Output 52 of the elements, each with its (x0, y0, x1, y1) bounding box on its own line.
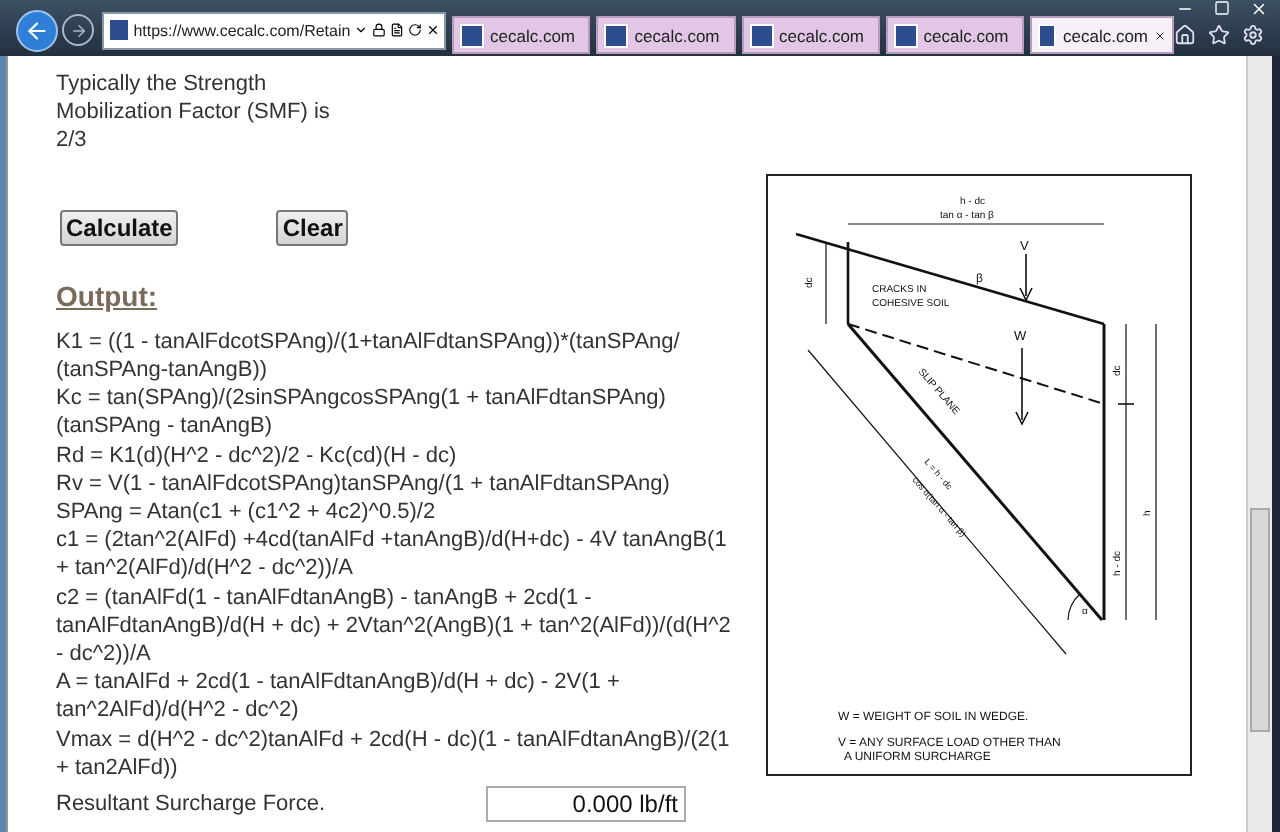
refresh-icon[interactable] (408, 22, 423, 38)
formula-text: c2 = (tanAlFd(1 - tanAlFdtanAngB) - tanAngB + 2cd(1 - (56, 583, 594, 612)
browser-tab[interactable]: cecalc.com (885, 16, 1024, 54)
formula-text: tan^2AlFd)/d(H^2 - dc^2) (56, 696, 301, 726)
formula-text: + tan2AlFd)) (56, 753, 180, 783)
note-text: Typically the Strength (56, 70, 269, 99)
site-icon (893, 23, 918, 47)
browser-tab[interactable]: cecalc.com (1030, 16, 1174, 54)
clear-button[interactable]: Clear (276, 209, 349, 246)
home-icon[interactable] (1174, 24, 1196, 46)
scroll-thumb[interactable] (1250, 508, 1270, 732)
dropdown-icon[interactable] (354, 22, 369, 38)
output-heading: Output: (56, 281, 160, 310)
star-icon[interactable] (1208, 24, 1230, 46)
stop-icon[interactable] (426, 22, 441, 38)
result-field[interactable]: 0.000 lb/ft (486, 786, 686, 823)
formula-text: K1 = ((1 - tanAlFdcotSPAng)/(1+tanAlFdtanSPAng))*(tanSPAng/ (56, 327, 682, 357)
site-icon (108, 18, 130, 42)
calculate-button[interactable]: Calculate (60, 209, 179, 246)
formula-text: (tanSPAng - tanAngB) (56, 412, 275, 442)
formula-text: c1 = (2tan^2(AlFd) +4cd(tanAlFd +tanAngB)/d(H+dc) - 4V tanAngB(1 (56, 526, 724, 555)
page-icon[interactable] (390, 22, 405, 38)
site-icon (1038, 23, 1057, 47)
browser-tab[interactable]: cecalc.com (596, 16, 735, 54)
formula-text: Rd = K1(d)(H^2 - dc^2)/2 - Kc(cd)(H - dc) (56, 441, 459, 470)
site-icon (749, 23, 773, 47)
close-icon[interactable] (1250, 0, 1268, 18)
formula-text: Kc = tan(SPAng)/(2sinSPAngcosSPAng(1 + tanAlFdtanSPAng) (56, 384, 668, 413)
back-button[interactable] (16, 9, 58, 51)
note-text: Mobilization Factor (SMF) is (56, 98, 332, 127)
address-bar[interactable]: https://www.cecalc.com/Retain (102, 11, 446, 49)
browser-tab[interactable]: cecalc.com (452, 16, 591, 54)
formula-text: Vmax = d(H^2 - dc^2)tanAlFd + 2cd(H - dc)(1 - tanAlFdtanAngB)/(2(1 (56, 725, 724, 754)
formula-text: Rv = V(1 - tanAlFdcotSPAng)tanSPAng/(1 + tanAlFdtanSPAng) (56, 469, 672, 499)
result-label: Resultant Surcharge Force. (56, 789, 328, 819)
note-text: 2/3 (56, 126, 89, 156)
close-icon[interactable] (1154, 27, 1166, 43)
maximize-icon[interactable] (1214, 0, 1230, 16)
formula-text: A = tanAlFd + 2cd(1 - tanAlFdtanAngB)/d(H + dc) - 2V(1 + (56, 668, 622, 697)
formula-text: - dc^2))/A (56, 640, 153, 669)
formula-text: (tanSPAng-tanAngB)) (56, 356, 270, 385)
settings-icon[interactable] (1242, 24, 1264, 46)
back-arrow-icon (24, 17, 50, 43)
scrollbar[interactable] (1246, 56, 1272, 832)
formula-text: + tan^2(AlFd)/d(H^2 - dc^2))/A (56, 554, 355, 584)
site-icon (460, 23, 484, 47)
forward-button[interactable] (62, 14, 94, 46)
lock-icon (372, 22, 387, 38)
forward-arrow-icon (69, 21, 87, 39)
site-icon (604, 23, 629, 47)
formula-text: SPAng = Atan(c1 + (c1^2 + 4c2)^0.5)/2 (56, 498, 438, 527)
browser-tab[interactable]: cecalc.com (741, 16, 880, 54)
